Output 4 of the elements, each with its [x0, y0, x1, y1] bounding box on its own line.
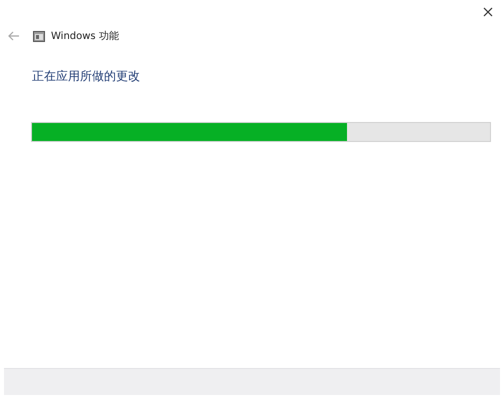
window-features-icon — [33, 30, 45, 42]
close-icon[interactable] — [483, 7, 493, 17]
window-title: Windows 功能 — [51, 30, 119, 43]
status-heading: 正在应用所做的更改 — [32, 68, 141, 85]
